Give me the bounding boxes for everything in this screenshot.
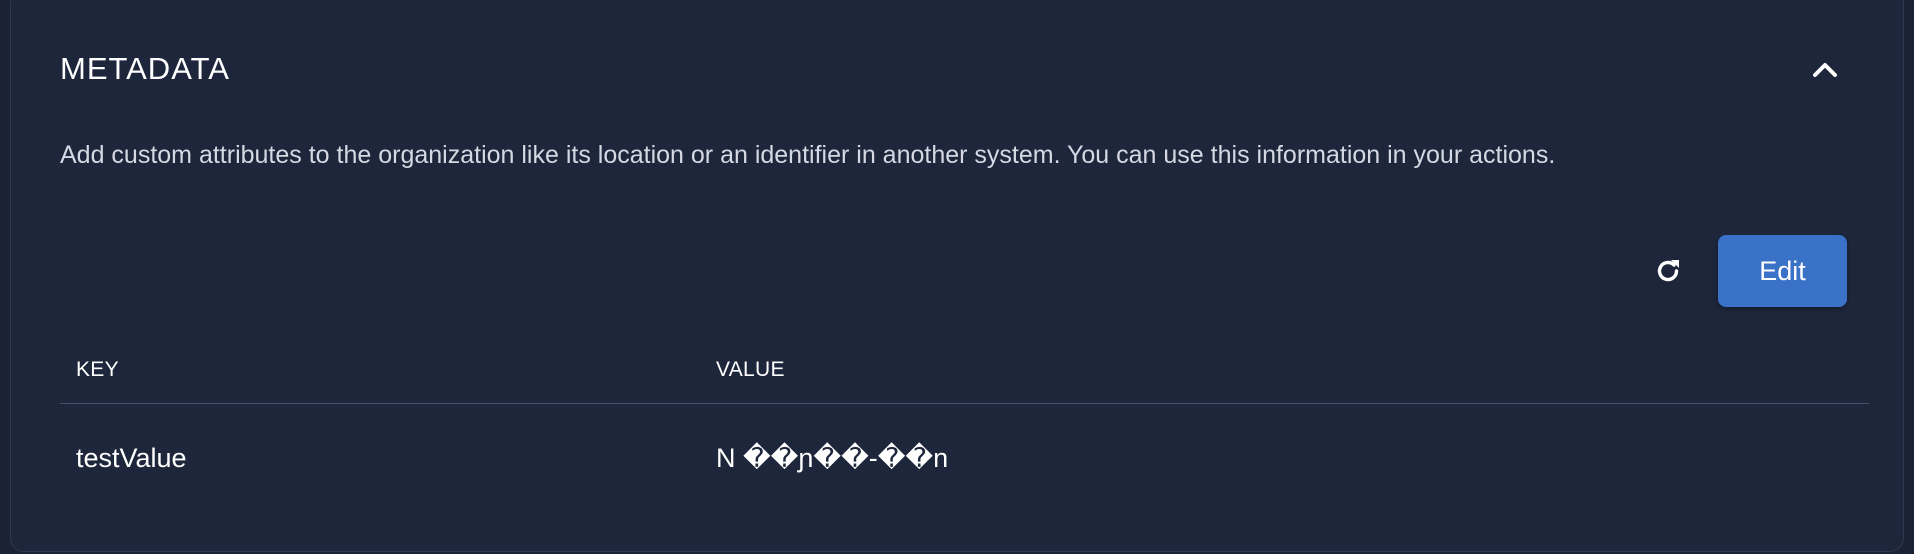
metadata-card: METADATA Add custom attributes to the or… [10, 0, 1904, 552]
row-key-cell: testValue [76, 442, 187, 473]
section-title: METADATA [60, 51, 230, 86]
metadata-table: KEY VALUE testValue N ��ɲ��-��n [60, 337, 1869, 512]
action-bar: Edit [1646, 235, 1847, 307]
table-header: KEY VALUE [60, 337, 1869, 404]
column-header-key: KEY [76, 358, 119, 381]
table-row: testValue N ��ɲ��-��n [60, 404, 1869, 512]
collapse-button[interactable] [1803, 47, 1847, 91]
section-description: Add custom attributes to the organizatio… [60, 141, 1556, 169]
row-value-cell: N ��ɲ��-��n [716, 442, 949, 473]
column-header-value: VALUE [716, 358, 785, 381]
refresh-button[interactable] [1646, 249, 1690, 293]
chevron-up-icon [1813, 63, 1837, 77]
metadata-header: METADATA [60, 47, 1847, 91]
refresh-icon [1657, 260, 1679, 282]
edit-button[interactable]: Edit [1718, 235, 1847, 307]
